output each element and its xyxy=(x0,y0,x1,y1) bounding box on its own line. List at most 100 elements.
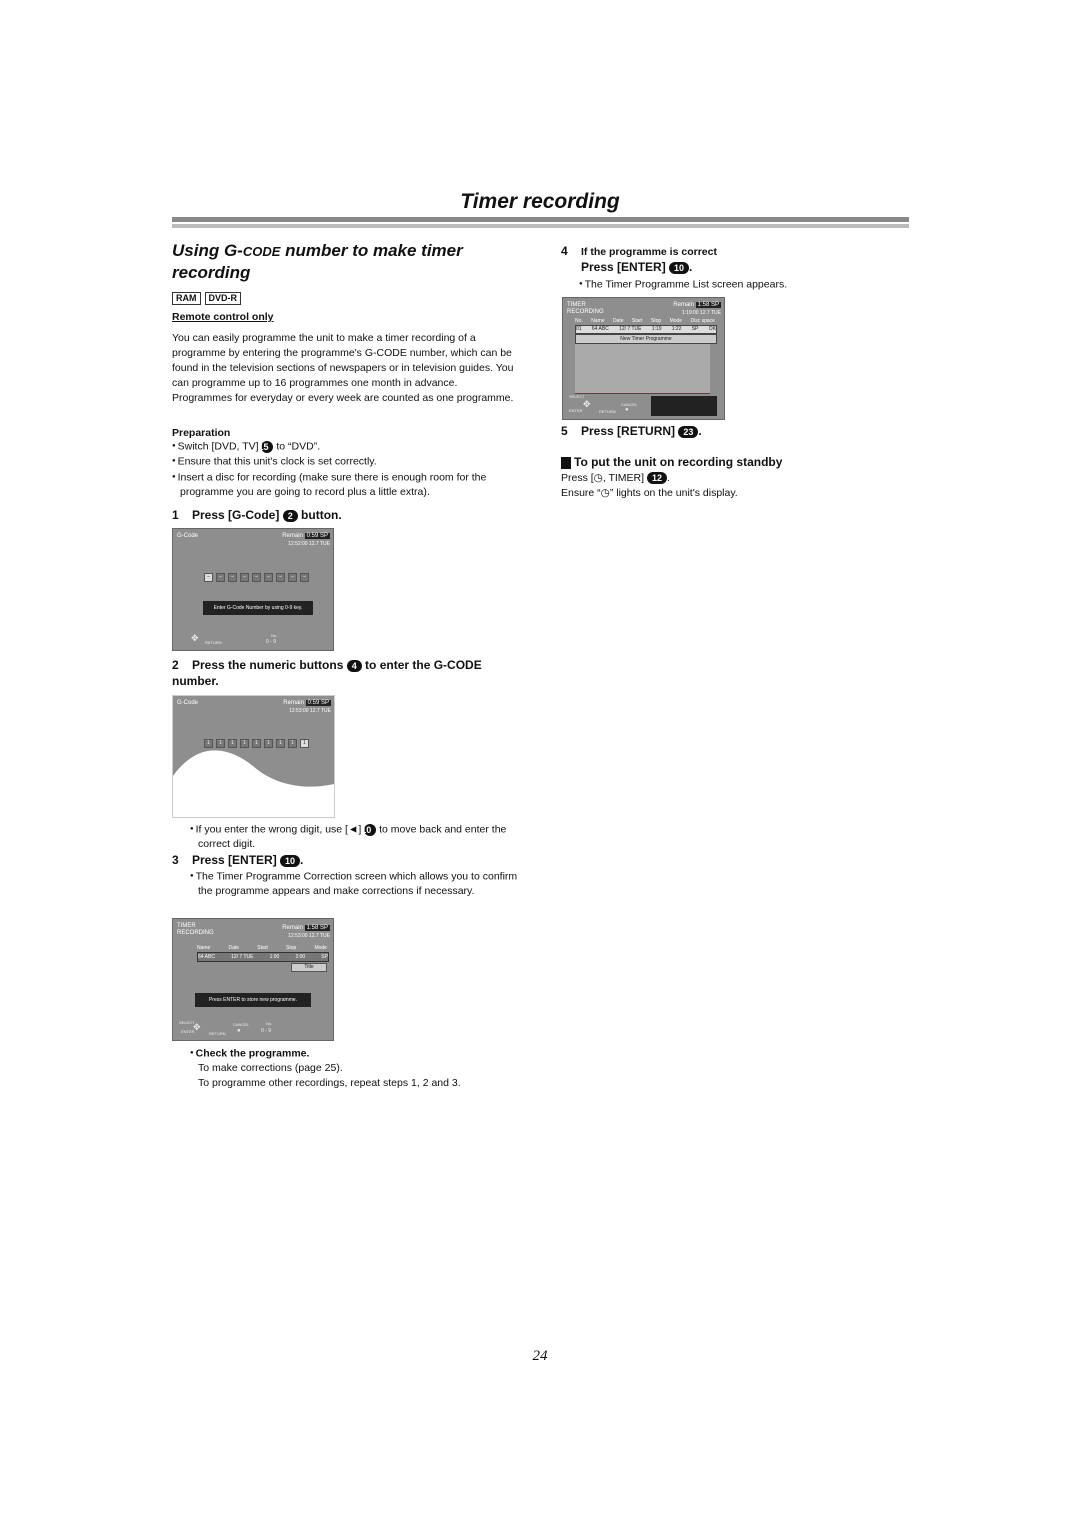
note-text: If you enter the wrong digit, use [◄] xyxy=(195,823,365,836)
step-text: . xyxy=(698,424,702,438)
step-text: Press [ENTER] xyxy=(581,260,670,274)
ref-badge: 4 xyxy=(346,659,362,672)
cell-value: OK xyxy=(708,326,716,332)
new-timer-programme-row[interactable]: New Timer Programme xyxy=(575,334,717,344)
step-text: Press [G-Code] xyxy=(192,508,283,522)
gcode-digit-box: 1 xyxy=(276,739,285,748)
page-title: Timer recording xyxy=(460,190,620,213)
remain-indicator: Remain 1:58 SP xyxy=(282,925,330,931)
correction-headers: Name Date Start Stop Mode xyxy=(197,945,327,951)
list-row[interactable]: 01 64 ABC 12/ 7 TUE 1:19 1:22 SP OK xyxy=(575,325,717,334)
wrong-digit-note: If you enter the wrong digit, use [◄] 10… xyxy=(190,822,528,852)
column-header: Stop xyxy=(285,945,297,951)
badge-ram: RAM xyxy=(172,292,201,305)
gcode-digit-box: – xyxy=(204,573,213,582)
remain-indicator: Remain 0:59 SP xyxy=(282,533,330,539)
heading-part: Using G- xyxy=(172,241,243,260)
correction-screen-note: The Timer Programme Correction screen wh… xyxy=(190,869,528,899)
check-programme: Check the programme. To make corrections… xyxy=(190,1046,520,1091)
screen-title: TIMER RECORDING xyxy=(567,302,604,316)
empty-list-row[interactable] xyxy=(575,384,710,394)
ref-badge: 10 xyxy=(361,823,377,836)
cell-value: 1:00 xyxy=(269,954,280,960)
enter-label: ENTER xyxy=(569,408,583,413)
step-text: Press [RETURN] xyxy=(581,424,679,438)
remain-indicator: Remain 0:59 SP xyxy=(283,700,331,706)
step-1: 1 Press [G-Code] 2 button. xyxy=(172,508,342,522)
cancel-button-icon: ● xyxy=(625,407,629,413)
title-line: TIMER xyxy=(567,302,586,308)
gcode-digit-box: 1 xyxy=(264,739,273,748)
disc-badges: RAM DVD-R xyxy=(172,292,241,305)
step-text: Press the numeric buttons xyxy=(192,658,347,672)
remain-value: 0:59 SP xyxy=(305,700,331,706)
column-header: Mode xyxy=(314,945,327,951)
remain-label: Remain xyxy=(282,925,303,931)
cell-value: 64 ABC xyxy=(198,954,215,960)
column-header: Name xyxy=(591,318,605,324)
screen-title: TIMER RECORDING xyxy=(177,923,214,937)
title-line: RECORDING xyxy=(567,309,604,315)
timer-list-screen: TIMER RECORDING Remain 1:58 SP 1:19:00 12… xyxy=(562,297,725,420)
gcode-digit-box: – xyxy=(300,573,309,582)
screen-clock: 12:53:00 12.7 TUE xyxy=(289,708,331,714)
gcode-entry-screen: G-Code Remain 0:59 SP 12:52:00 12.7 TUE … xyxy=(172,528,334,651)
step-number: 4 xyxy=(561,244,568,258)
badge-dvd-r: DVD-R xyxy=(204,292,241,305)
ref-badge: 23 xyxy=(678,425,699,438)
gcode-digit-box: 1 xyxy=(228,739,237,748)
title-rule xyxy=(172,217,909,222)
cell-value: 12/ 7 TUE xyxy=(231,954,254,960)
screen-clock: 12:53:00 12.7 TUE xyxy=(288,933,330,939)
return-label: RETURN xyxy=(599,409,616,414)
step-3: 3 Press [ENTER] 10. xyxy=(172,853,303,867)
corrections-note: To make corrections (page 25). xyxy=(198,1062,343,1075)
step-condition: If the programme is correct xyxy=(581,246,717,258)
gcode-digit-box: 1 xyxy=(204,739,213,748)
cancel-label: CANCEL xyxy=(621,402,638,407)
section-marker xyxy=(561,456,571,469)
enter-label: ENTER xyxy=(181,1029,195,1034)
number-range: 0 - 9 xyxy=(261,1028,272,1034)
standby-ensure: Ensure “◷” lights on the unit's display. xyxy=(561,487,738,499)
remain-value: 0:59 SP xyxy=(304,533,330,539)
cell-value: 01 xyxy=(576,326,582,332)
gcode-digit-box: – xyxy=(216,573,225,582)
prep-text: Switch [DVD, TV] xyxy=(177,440,262,453)
no-label: No. xyxy=(271,633,278,638)
gcode-digit-box: – xyxy=(288,573,297,582)
gcode-digit-box: 1 xyxy=(216,739,225,748)
screen-title: G-Code xyxy=(177,700,199,706)
title-button[interactable]: Title xyxy=(291,963,327,972)
gcode-digit-box: 1 xyxy=(300,739,309,748)
gcode-digit-box: – xyxy=(252,573,261,582)
store-message: Press ENTER to store new programme. xyxy=(195,993,311,1007)
step-text: button. xyxy=(297,508,342,522)
remain-value: 1:58 SP xyxy=(304,925,330,931)
remain-value: 1:58 SP xyxy=(695,302,721,308)
gcode-digit-box: 1 xyxy=(240,739,249,748)
remain-indicator: Remain 1:58 SP xyxy=(673,302,721,308)
screen-wave-background xyxy=(173,696,334,787)
preparation-title: Preparation xyxy=(172,427,231,439)
title-line: TIMER xyxy=(177,923,196,929)
column-header: Mode xyxy=(669,318,683,324)
cell-value: 1:22 xyxy=(671,326,682,332)
screen-title: G-Code xyxy=(177,533,199,539)
recording-standby: To put the unit on recording standby Pre… xyxy=(561,455,841,501)
gcode-digits-screen: G-Code Remain 0:59 SP 12:53:00 12.7 TUE … xyxy=(172,695,335,818)
column-header: Start xyxy=(631,318,643,324)
check-title: Check the programme. xyxy=(190,1046,520,1061)
step-4: 4 If the programme is correct Press [ENTE… xyxy=(561,244,717,274)
prep-text: to “DVD”. xyxy=(273,440,321,453)
gcode-digit-box: – xyxy=(264,573,273,582)
dpad-icon: ✥ xyxy=(583,399,591,409)
return-label: RETURN xyxy=(209,1031,226,1036)
cell-value: 2:00 xyxy=(295,954,306,960)
prep-item: Switch [DVD, TV] 15 to “DVD”. xyxy=(172,439,520,454)
gcode-digit-box: – xyxy=(240,573,249,582)
column-header: Start xyxy=(257,945,268,951)
cell-value: 64 ABC xyxy=(591,326,609,332)
correction-row[interactable]: 64 ABC 12/ 7 TUE 1:00 2:00 SP xyxy=(197,952,329,962)
gcode-digit-box: – xyxy=(276,573,285,582)
